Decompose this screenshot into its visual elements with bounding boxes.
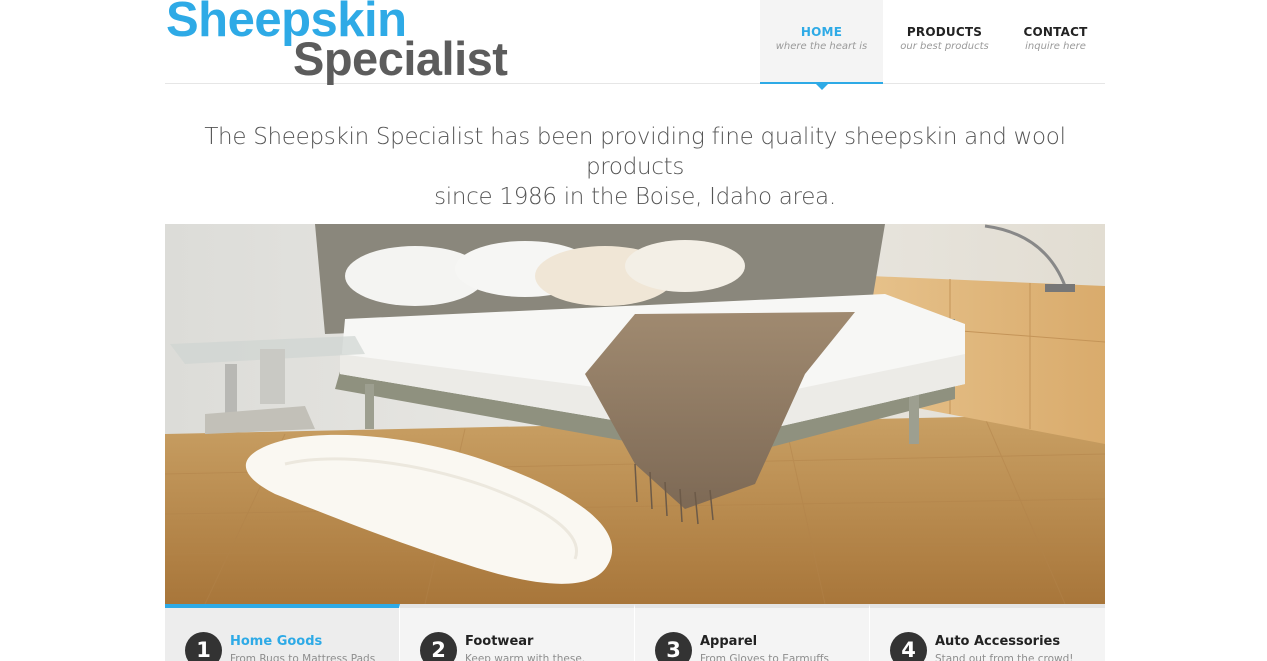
nav-item-title: HOME bbox=[800, 25, 843, 39]
hero-image bbox=[165, 224, 1105, 604]
intro-text: The Sheepskin Specialist has been provid… bbox=[165, 122, 1105, 212]
tab-title: Home Goods bbox=[230, 634, 323, 649]
tab-number-badge: 2 bbox=[420, 632, 457, 661]
nav-item-subtitle: where the heart is bbox=[775, 41, 868, 52]
intro-line-1: The Sheepskin Specialist has been provid… bbox=[204, 124, 1066, 180]
nav-item-subtitle: our best products bbox=[900, 41, 989, 52]
tab-subtitle: Keep warm with these. bbox=[465, 653, 586, 661]
tab-title: Footwear bbox=[465, 634, 534, 649]
nav-item-contact[interactable]: CONTACT inquire here bbox=[1006, 0, 1105, 84]
tab-title: Apparel bbox=[700, 634, 758, 649]
tab-home-goods[interactable]: 1 Home Goods From Rugs to Mattress Pads bbox=[165, 604, 400, 661]
tab-subtitle: From Rugs to Mattress Pads bbox=[230, 653, 376, 661]
tab-title: Auto Accessories bbox=[935, 634, 1061, 649]
logo-line-2: Specialist bbox=[293, 32, 508, 85]
active-caret-icon bbox=[815, 84, 828, 90]
tab-number-badge: 3 bbox=[655, 632, 692, 661]
nav-item-title: CONTACT bbox=[1023, 25, 1088, 39]
tab-apparel[interactable]: 3 Apparel From Gloves to Earmuffs bbox=[635, 604, 870, 661]
tab-footwear[interactable]: 2 Footwear Keep warm with these. bbox=[400, 604, 635, 661]
nav-item-products[interactable]: PRODUCTS our best products bbox=[883, 0, 1006, 84]
tab-auto-accessories[interactable]: 4 Auto Accessories Stand out from the cr… bbox=[870, 604, 1105, 661]
site-logo[interactable]: Sheepskin Specialist bbox=[165, 0, 525, 84]
main-nav: HOME where the heart is PRODUCTS our bes… bbox=[760, 0, 1105, 90]
category-tabs: 1 Home Goods From Rugs to Mattress Pads … bbox=[165, 604, 1105, 661]
tab-subtitle: From Gloves to Earmuffs bbox=[700, 653, 829, 661]
page-container: Sheepskin Specialist HOME where the hear… bbox=[165, 0, 1105, 661]
nav-item-title: PRODUCTS bbox=[906, 25, 983, 39]
nav-item-home[interactable]: HOME where the heart is bbox=[760, 0, 883, 90]
tab-number-badge: 1 bbox=[185, 632, 222, 661]
intro-line-2: since 1986 in the Boise, Idaho area. bbox=[434, 184, 836, 210]
nav-item-subtitle: inquire here bbox=[1025, 41, 1086, 52]
tab-subtitle: Stand out from the crowd! bbox=[935, 653, 1074, 661]
site-header: Sheepskin Specialist HOME where the hear… bbox=[165, 0, 1105, 90]
tab-number-badge: 4 bbox=[890, 632, 927, 661]
